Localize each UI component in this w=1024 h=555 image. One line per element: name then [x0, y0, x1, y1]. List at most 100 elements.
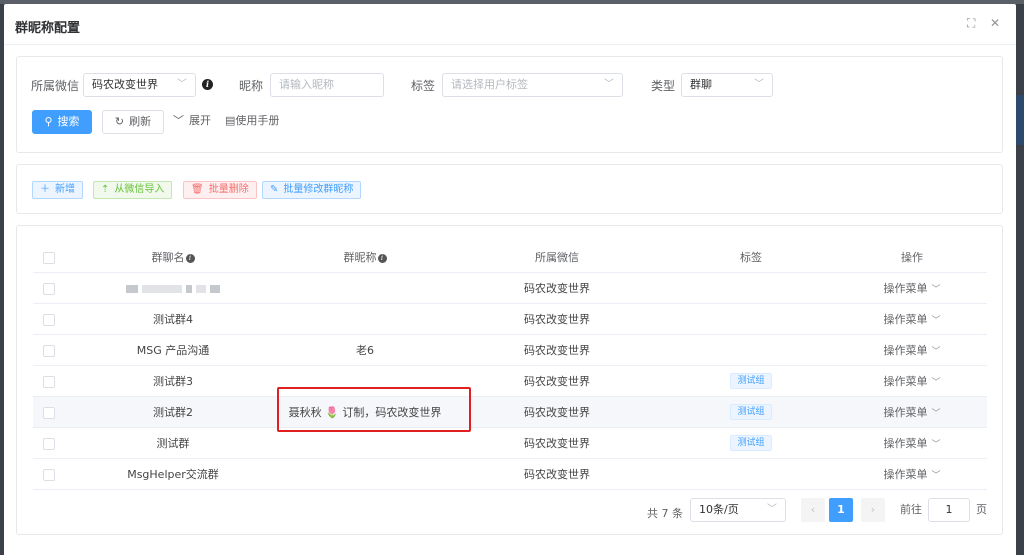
row-checkbox[interactable]	[43, 313, 55, 326]
ops-menu[interactable]: 操作菜单 ﹀	[837, 365, 987, 397]
cell-group-name: 测试群	[65, 427, 281, 459]
cell-tag	[665, 458, 837, 490]
page-unit-label: 页	[976, 503, 987, 516]
refresh-icon: ↻	[114, 115, 125, 128]
next-page-button[interactable]: ›	[861, 498, 885, 522]
ops-menu[interactable]: 操作菜单 ﹀	[837, 458, 987, 490]
cell-tag: 测试组	[665, 365, 837, 397]
nickname-placeholder: 请输入昵称	[279, 78, 334, 91]
search-icon: ⚲	[44, 115, 53, 128]
row-checkbox[interactable]	[43, 375, 55, 388]
nickname-label: 昵称	[239, 79, 264, 93]
goto-page-input[interactable]: 1	[928, 498, 970, 522]
header-wechat: 所属微信	[449, 242, 665, 273]
background-sidebar-edge	[1016, 95, 1024, 145]
cell-tag	[665, 303, 837, 335]
group-nickname-dialog: 群昵称配置 ⛶ ✕ 所属微信 码农改变世界 ﹀ i 昵称 请输入昵称 标签 请选…	[4, 4, 1016, 555]
chevron-down-icon: ﹀	[931, 347, 941, 357]
ops-menu[interactable]: 操作菜单 ﹀	[837, 396, 987, 428]
upload-icon: ⇡	[101, 184, 110, 195]
expand-button-label: 展开	[189, 114, 211, 127]
select-all-checkbox[interactable]	[43, 251, 55, 264]
tag-badge: 测试组	[730, 435, 772, 451]
cell-nickname: 老6	[281, 334, 449, 366]
cell-wechat: 码农改变世界	[449, 458, 665, 490]
goto-page-value: 1	[945, 503, 953, 516]
import-from-wechat-button[interactable]: ⇡ 从微信导入	[93, 181, 173, 199]
cell-tag	[665, 272, 837, 304]
prev-page-button[interactable]: ‹	[801, 498, 825, 522]
book-icon: ▤	[225, 114, 236, 127]
cell-tag: 测试组	[665, 396, 837, 428]
table-row: MsgHelper交流群 码农改变世界 操作菜单 ﹀	[33, 458, 987, 490]
ops-menu[interactable]: 操作菜单 ﹀	[837, 427, 987, 459]
cell-wechat: 码农改变世界	[449, 365, 665, 397]
search-button-label: 搜索	[57, 115, 80, 128]
header-tag: 标签	[665, 242, 837, 273]
info-icon[interactable]: i	[185, 254, 195, 263]
row-checkbox[interactable]	[43, 282, 55, 295]
cell-wechat: 码农改变世界	[449, 427, 665, 459]
type-select[interactable]: 群聊 ﹀	[681, 73, 773, 97]
cell-wechat: 码农改变世界	[449, 396, 665, 428]
page-1-button[interactable]: 1	[829, 498, 853, 522]
refresh-button[interactable]: ↻ 刷新	[102, 110, 164, 134]
table-header-row: 群聊名 i 群昵称 i 所属微信 标签 操作	[33, 242, 987, 273]
chevron-down-icon: ﹀	[931, 285, 941, 295]
cell-nickname	[281, 272, 449, 304]
ops-menu[interactable]: 操作菜单 ﹀	[837, 334, 987, 366]
table-row: 测试群2 聂秋秋 🌷 订制，码农改变世界 码农改变世界 测试组 操作菜单 ﹀	[33, 396, 987, 428]
table-row: 测试群4 码农改变世界 操作菜单 ﹀	[33, 303, 987, 335]
nickname-input[interactable]: 请输入昵称	[270, 73, 384, 97]
tag-badge: 测试组	[730, 373, 772, 389]
cell-tag: 测试组	[665, 427, 837, 459]
chevron-down-icon: ﹀	[173, 114, 184, 127]
manual-button-label: 使用手册	[235, 114, 280, 127]
manual-button[interactable]: ▤使用手册	[225, 110, 279, 134]
chevron-down-icon: ﹀	[604, 79, 614, 90]
plus-icon: ＋	[40, 184, 50, 195]
search-button[interactable]: ⚲ 搜索	[32, 110, 92, 134]
chevron-down-icon: ﹀	[931, 409, 941, 419]
goto-label: 前往	[900, 503, 922, 516]
cell-wechat: 码农改变世界	[449, 303, 665, 335]
dialog-header: 群昵称配置 ⛶ ✕	[4, 4, 1016, 45]
highlight-annotation-box	[277, 387, 471, 432]
batch-edit-nickname-button[interactable]: ✎ 批量修改群昵称	[262, 181, 362, 199]
info-icon[interactable]: i	[377, 254, 387, 263]
tag-select[interactable]: 请选择用户标签 ﹀	[442, 73, 623, 97]
cell-group-name: MsgHelper交流群	[65, 458, 281, 490]
header-nickname: 群昵称 i	[281, 242, 449, 273]
row-checkbox[interactable]	[43, 437, 55, 450]
group-table: 群聊名 i 群昵称 i 所属微信 标签 操作 码农改变世界 操作菜单 ﹀ 测试群…	[33, 242, 987, 490]
chevron-down-icon: ﹀	[931, 316, 941, 326]
cell-nickname	[281, 458, 449, 490]
row-checkbox[interactable]	[43, 344, 55, 357]
table-row: MSG 产品沟通 老6 码农改变世界 操作菜单 ﹀	[33, 334, 987, 366]
add-button[interactable]: ＋ 新增	[32, 181, 83, 199]
edit-icon: ✎	[270, 184, 279, 195]
close-icon[interactable]: ✕	[990, 15, 1000, 31]
info-icon[interactable]: i	[202, 79, 213, 90]
page-size-select[interactable]: 10条/页 ﹀	[690, 498, 786, 522]
row-checkbox[interactable]	[43, 406, 55, 419]
ops-menu[interactable]: 操作菜单 ﹀	[837, 272, 987, 304]
type-select-value: 群聊	[690, 78, 712, 91]
tag-badge: 测试组	[730, 404, 772, 420]
row-checkbox[interactable]	[43, 468, 55, 481]
page-size-value: 10条/页	[699, 503, 739, 516]
chevron-down-icon: ﹀	[931, 440, 941, 450]
batch-delete-button[interactable]: 🗑 批量删除	[183, 181, 257, 199]
tag-select-placeholder: 请选择用户标签	[451, 78, 528, 91]
import-button-label: 从微信导入	[114, 184, 165, 195]
wechat-label: 所属微信	[31, 79, 80, 93]
chevron-down-icon: ﹀	[754, 79, 764, 90]
tag-label: 标签	[411, 79, 436, 93]
maximize-icon[interactable]: ⛶	[967, 15, 975, 31]
cell-wechat: 码农改变世界	[449, 272, 665, 304]
expand-button[interactable]: ﹀ 展开	[173, 110, 211, 134]
ops-menu[interactable]: 操作菜单 ﹀	[837, 303, 987, 335]
chevron-down-icon: ﹀	[767, 504, 777, 515]
wechat-select-value: 码农改变世界	[92, 78, 158, 91]
wechat-select[interactable]: 码农改变世界 ﹀	[83, 73, 196, 97]
